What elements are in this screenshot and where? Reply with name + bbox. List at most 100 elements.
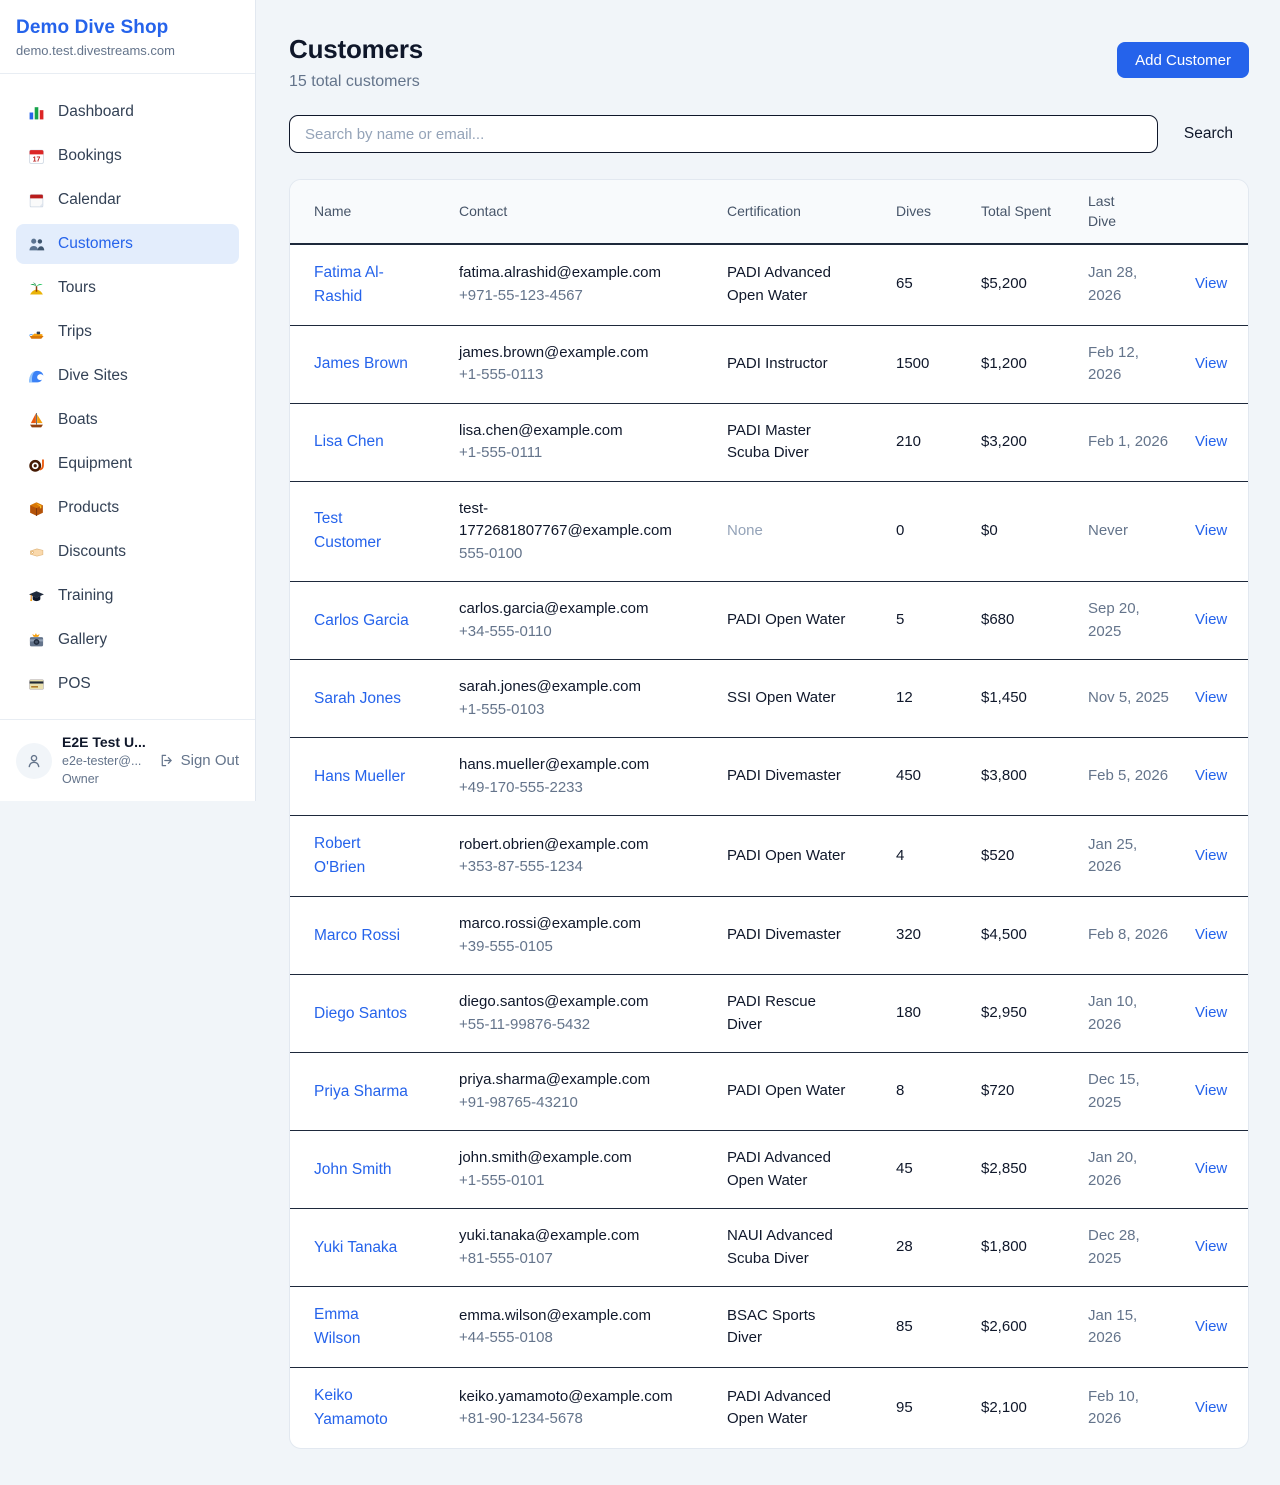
view-link[interactable]: View [1195, 355, 1227, 372]
customer-email: diego.santos@example.com [459, 991, 675, 1014]
customer-name-link[interactable]: Test Customer [290, 481, 459, 582]
sign-out-button[interactable]: Sign Out [159, 752, 239, 769]
view-link[interactable]: View [1195, 767, 1227, 784]
calendar-date-icon: 17 [28, 148, 45, 165]
view-link[interactable]: View [1195, 611, 1227, 628]
customer-last-dive: Sep 20, 2025 [1088, 582, 1195, 660]
sidebar-item-label: Dive Sites [58, 367, 128, 385]
customer-name-link[interactable]: Lisa Chen [290, 403, 459, 481]
customer-certification: NAUI Advanced Scuba Diver [727, 1209, 896, 1287]
table-row-test-customer: Test Customer test-1772681807767@example… [290, 481, 1249, 582]
customer-dives: 180 [896, 975, 981, 1053]
view-link[interactable]: View [1195, 1004, 1227, 1021]
view-link[interactable]: View [1195, 1082, 1227, 1099]
sidebar-item-label: Equipment [58, 455, 132, 473]
view-link[interactable]: View [1195, 433, 1227, 450]
sidebar-nav: Dashboard 17 Bookings Calendar Customers [0, 74, 255, 719]
add-customer-button[interactable]: Add Customer [1117, 42, 1249, 78]
user-name: E2E Test U... [62, 733, 149, 753]
sidebar-item-label: Dashboard [58, 103, 134, 121]
table-row-yuki-tanaka: Yuki Tanaka yuki.tanaka@example.com +81-… [290, 1209, 1249, 1287]
search-input[interactable] [289, 115, 1158, 153]
customer-dives: 45 [896, 1131, 981, 1209]
customer-name-link[interactable]: Fatima Al-Rashid [290, 244, 459, 326]
customer-certification: PADI Open Water [727, 816, 896, 897]
view-link[interactable]: View [1195, 1238, 1227, 1255]
customer-dives: 320 [896, 897, 981, 975]
view-link[interactable]: View [1195, 275, 1227, 292]
customer-phone: +44-555-0108 [459, 1327, 675, 1350]
sidebar-item-customers[interactable]: Customers [16, 224, 239, 264]
sign-out-icon [159, 753, 174, 768]
customer-last-dive: Jan 10, 2026 [1088, 975, 1195, 1053]
customer-total-spent: $1,800 [981, 1209, 1088, 1287]
customer-certification: None [727, 481, 896, 582]
customer-total-spent: $720 [981, 1053, 1088, 1131]
customer-name-link[interactable]: John Smith [290, 1131, 459, 1209]
customer-email: keiko.yamamoto@example.com [459, 1386, 675, 1409]
customer-dives: 28 [896, 1209, 981, 1287]
customer-total-spent: $2,100 [981, 1368, 1088, 1449]
sidebar-item-training[interactable]: Training [16, 576, 239, 616]
customer-phone: +49-170-555-2233 [459, 777, 675, 800]
view-link[interactable]: View [1195, 926, 1227, 943]
sidebar-item-label: POS [58, 675, 91, 693]
sidebar-item-dive-sites[interactable]: Dive Sites [16, 356, 239, 396]
customer-dives: 12 [896, 660, 981, 738]
table-row-lisa-chen: Lisa Chen lisa.chen@example.com +1-555-0… [290, 403, 1249, 481]
sidebar-item-equipment[interactable]: Equipment [16, 444, 239, 484]
search-row: Search [289, 115, 1249, 153]
sidebar-item-label: Bookings [58, 147, 122, 165]
customer-name-link[interactable]: Priya Sharma [290, 1053, 459, 1131]
bar-chart-icon [28, 104, 45, 121]
sign-out-label: Sign Out [181, 752, 239, 769]
page: Demo Dive Shop demo.test.divestreams.com… [0, 0, 1280, 1485]
view-link[interactable]: View [1195, 522, 1227, 539]
customer-certification: SSI Open Water [727, 660, 896, 738]
customer-name-link[interactable]: Robert O'Brien [290, 816, 459, 897]
sidebar-item-boats[interactable]: Boats [16, 400, 239, 440]
sidebar-item-trips[interactable]: Trips [16, 312, 239, 352]
customer-name-link[interactable]: Diego Santos [290, 975, 459, 1053]
customer-last-dive: Feb 5, 2026 [1088, 738, 1195, 816]
customer-phone: +55-11-99876-5432 [459, 1014, 675, 1037]
sidebar-item-gallery[interactable]: Gallery [16, 620, 239, 660]
customer-name-link[interactable]: Marco Rossi [290, 897, 459, 975]
island-icon [28, 280, 45, 297]
customer-last-dive: Dec 15, 2025 [1088, 1053, 1195, 1131]
sidebar-item-label: Training [58, 587, 113, 605]
sidebar-item-tours[interactable]: Tours [16, 268, 239, 308]
sidebar-item-discounts[interactable]: Discounts [16, 532, 239, 572]
user-email: e2e-tester@... [62, 753, 149, 771]
search-button[interactable]: Search [1184, 125, 1233, 143]
customer-last-dive: Never [1088, 481, 1195, 582]
customer-phone: +1-555-0103 [459, 699, 675, 722]
customer-dives: 5 [896, 582, 981, 660]
customer-name-link[interactable]: Yuki Tanaka [290, 1209, 459, 1287]
customer-name-link[interactable]: James Brown [290, 325, 459, 403]
customer-name-link[interactable]: Emma Wilson [290, 1287, 459, 1368]
customer-name-link[interactable]: Sarah Jones [290, 660, 459, 738]
sidebar-item-calendar[interactable]: Calendar [16, 180, 239, 220]
customer-count: 15 total customers [289, 73, 423, 91]
table-header-row: Name Contact Certification Dives Total S… [290, 180, 1249, 244]
sidebar-item-pos[interactable]: POS [16, 664, 239, 704]
view-link[interactable]: View [1195, 1318, 1227, 1335]
customer-name-link[interactable]: Hans Mueller [290, 738, 459, 816]
sidebar-item-products[interactable]: Products [16, 488, 239, 528]
sidebar-item-dashboard[interactable]: Dashboard [16, 92, 239, 132]
view-link[interactable]: View [1195, 689, 1227, 706]
column-header-actions [1195, 180, 1249, 244]
view-link[interactable]: View [1195, 1160, 1227, 1177]
customer-rows: Fatima Al-Rashid fatima.alrashid@example… [290, 244, 1249, 1449]
user-section: E2E Test U... e2e-tester@... Owner Sign … [0, 719, 255, 801]
view-link[interactable]: View [1195, 1399, 1227, 1416]
customer-last-dive: Feb 10, 2026 [1088, 1368, 1195, 1449]
customer-name-link[interactable]: Keiko Yamamoto [290, 1368, 459, 1449]
customer-email: james.brown@example.com [459, 342, 675, 365]
customer-total-spent: $0 [981, 481, 1088, 582]
sidebar-item-bookings[interactable]: 17 Bookings [16, 136, 239, 176]
view-link[interactable]: View [1195, 847, 1227, 864]
customer-last-dive: Feb 8, 2026 [1088, 897, 1195, 975]
customer-name-link[interactable]: Carlos Garcia [290, 582, 459, 660]
